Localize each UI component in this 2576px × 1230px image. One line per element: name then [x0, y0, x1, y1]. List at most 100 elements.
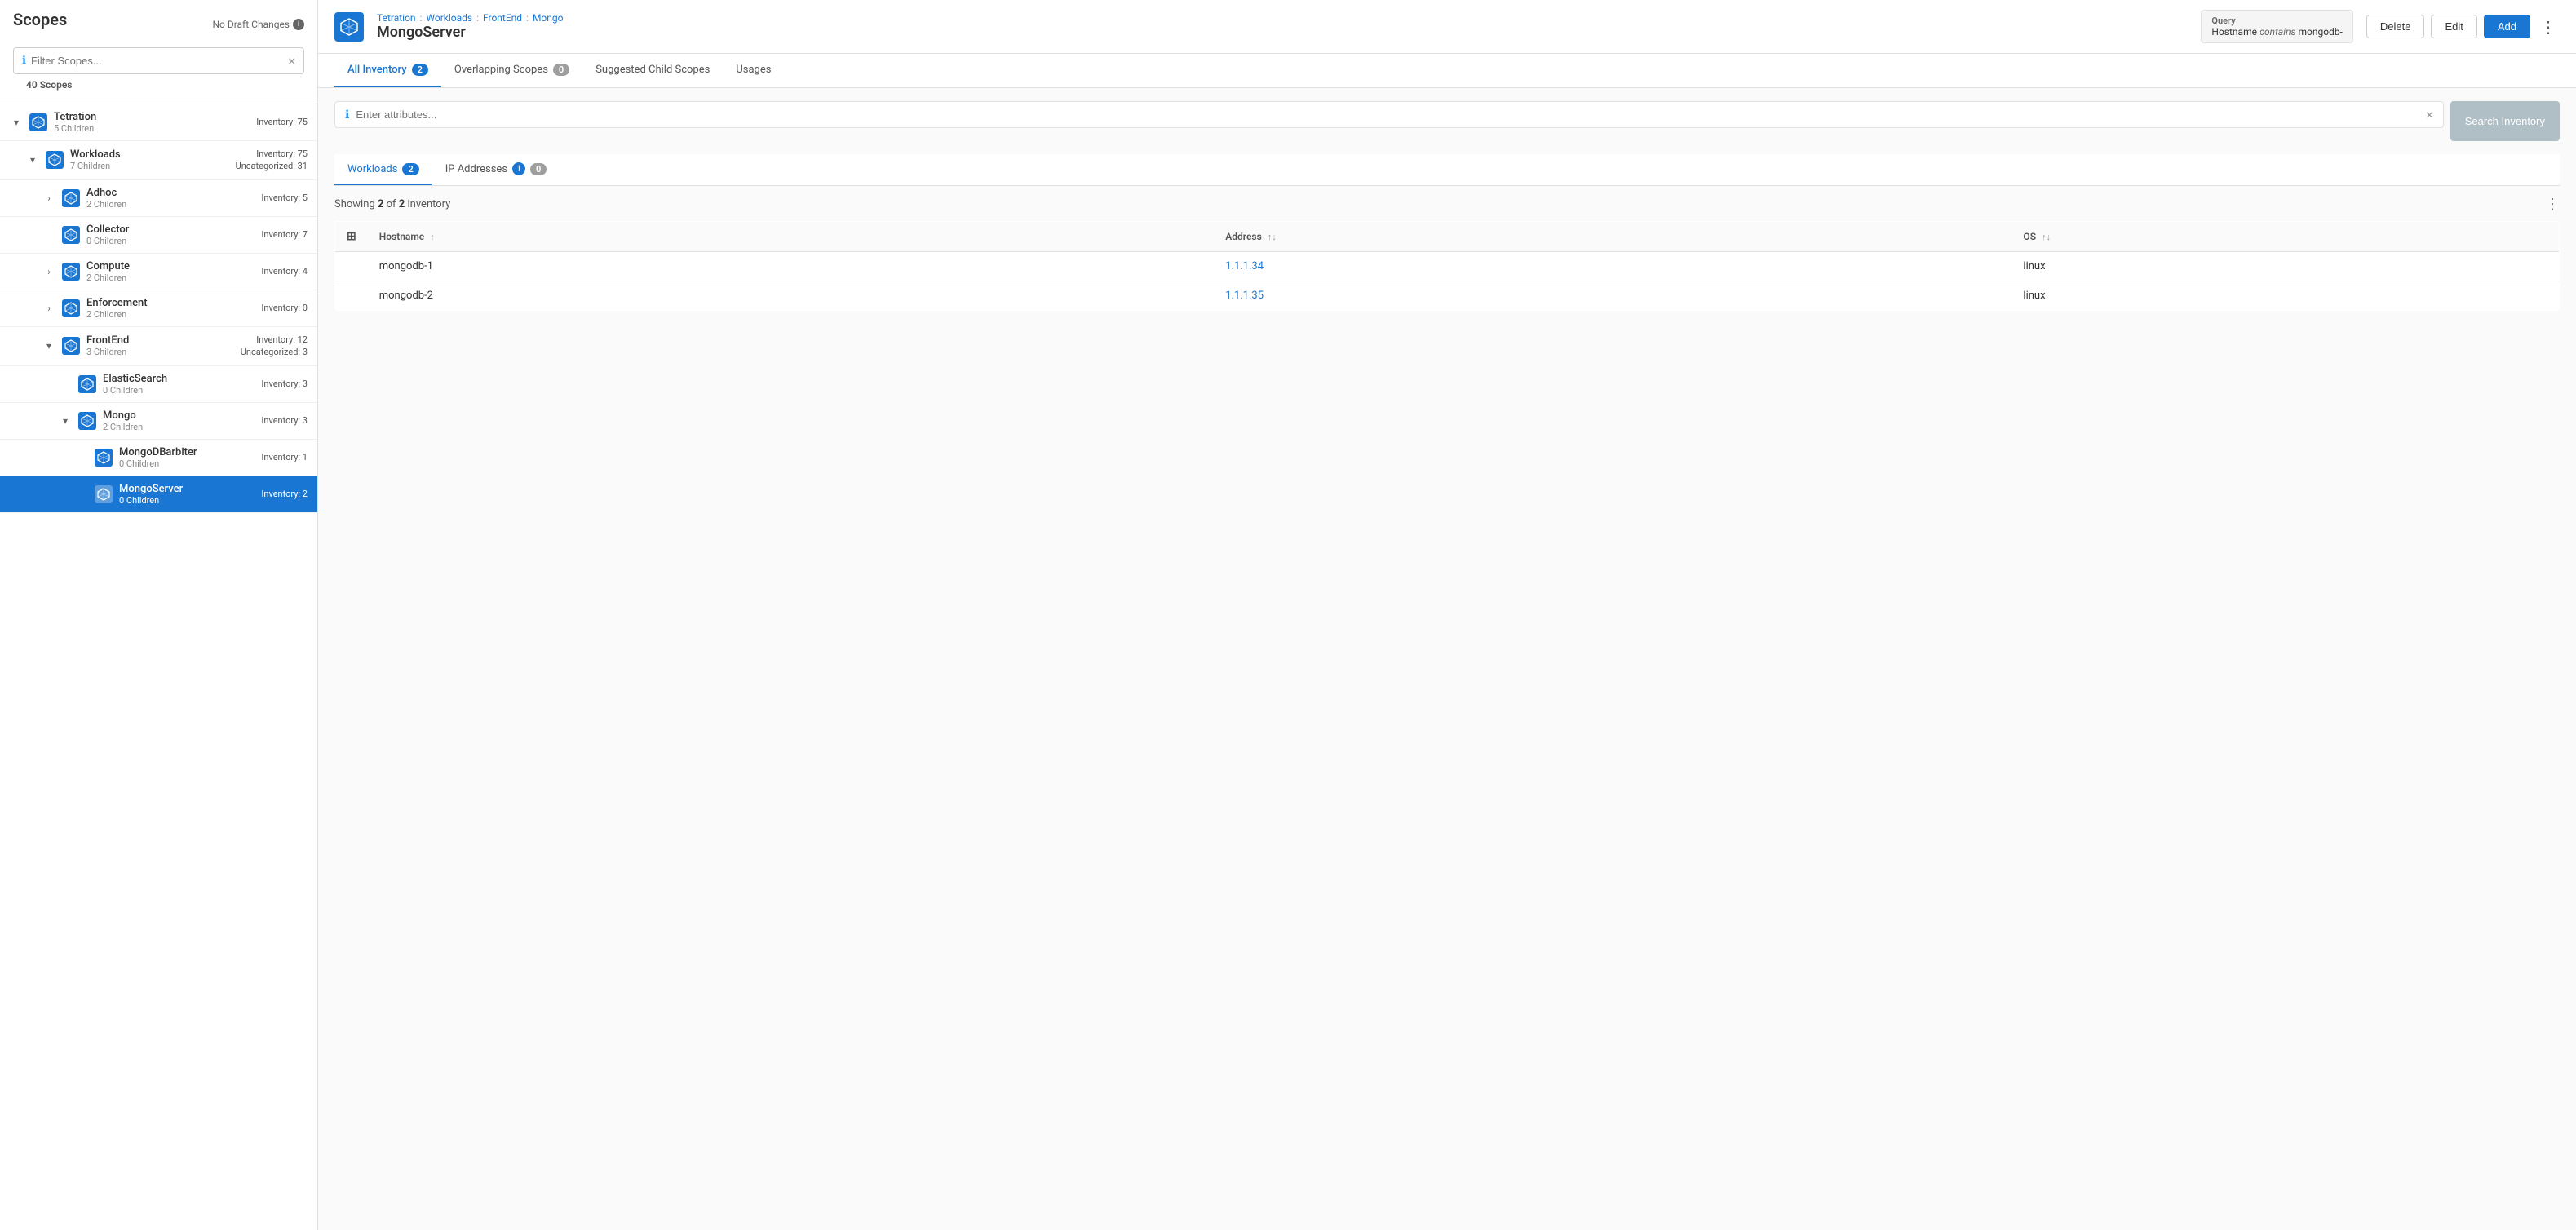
inner-tabs: Workloads 2 IP Addresses 1 0: [334, 154, 2560, 186]
tabs-bar: All Inventory 2 Overlapping Scopes 0 Sug…: [318, 54, 2576, 88]
address-cell[interactable]: 1.1.1.35: [1214, 281, 2012, 311]
inner-tab-ip-addresses[interactable]: IP Addresses 1 0: [432, 154, 560, 185]
scope-name-enforcement: Enforcement: [86, 297, 255, 309]
scope-name-workloads: Workloads: [70, 148, 229, 161]
filter-clear-icon[interactable]: ×: [288, 53, 295, 69]
sidebar-item-mongodbarbiter[interactable]: MongoDBarbiter 0 Children Inventory: 1: [0, 440, 317, 476]
search-inventory-button[interactable]: Search Inventory: [2450, 101, 2560, 141]
hostname-column-header[interactable]: Hostname ↑: [368, 222, 1214, 252]
toggle-collapse-workloads[interactable]: ▾: [26, 153, 39, 166]
sidebar-item-mongo[interactable]: ▾ Mongo 2 Children Inventory: 3: [0, 403, 317, 440]
scope-icon-frontend: [62, 337, 80, 355]
scope-name-compute: Compute: [86, 260, 255, 272]
more-options-icon[interactable]: ⋮: [2537, 14, 2560, 40]
sidebar-item-workloads[interactable]: ▾ Workloads 7 Children Inventory: 75 Unc…: [0, 141, 317, 180]
breadcrumb-mongo[interactable]: Mongo: [533, 12, 564, 24]
ip-info-icon: 1: [512, 162, 525, 175]
query-box: Query Hostname contains mongodb-: [2201, 10, 2352, 43]
sidebar-item-tetration[interactable]: ▾ Tetration 5 Children Inventory: 75: [0, 104, 317, 141]
ip-addresses-badge: 0: [530, 163, 547, 175]
search-clear-icon[interactable]: ×: [2426, 107, 2433, 122]
toggle-collapse-mongo[interactable]: ▾: [59, 414, 72, 427]
scope-children-compute: 2 Children: [86, 272, 255, 283]
toggle-expand-compute[interactable]: ›: [42, 265, 55, 278]
search-bar: ℹ ×: [334, 101, 2444, 128]
address-sort-icon: ↑↓: [1268, 232, 1277, 242]
scope-inventory-enforcement: Inventory: 0: [261, 302, 308, 314]
os-sort-icon: ↑↓: [2042, 232, 2051, 242]
row-filter-cell: [335, 252, 368, 281]
workloads-badge: 2: [402, 163, 418, 175]
address-column-header[interactable]: Address ↑↓: [1214, 222, 2012, 252]
scope-children-elasticsearch: 0 Children: [103, 385, 255, 396]
scope-inventory-elasticsearch: Inventory: 3: [261, 378, 308, 390]
scope-inventory-mongoserver: Inventory: 2: [261, 488, 308, 500]
filter-input[interactable]: [31, 55, 289, 67]
scope-icon-enforcement: [62, 299, 80, 317]
search-info-icon: ℹ: [345, 108, 349, 122]
os-column-header[interactable]: OS ↑↓: [2012, 222, 2559, 252]
add-button[interactable]: Add: [2484, 15, 2530, 38]
sidebar-list: ▾ Tetration 5 Children Inventory: 75 ▾: [0, 104, 317, 1230]
scope-title-area: Tetration : Workloads : FrontEnd : Mongo…: [377, 12, 2188, 41]
scope-icon-tetration: [29, 113, 47, 131]
sidebar-item-compute[interactable]: › Compute 2 Children Inventory: 4: [0, 254, 317, 290]
draft-info-icon: i: [293, 19, 304, 30]
address-cell[interactable]: 1.1.1.34: [1214, 252, 2012, 281]
breadcrumb-frontend[interactable]: FrontEnd: [483, 12, 522, 24]
filter-column-header[interactable]: ⊞: [335, 222, 368, 252]
toggle-expand-enforcement[interactable]: ›: [42, 302, 55, 315]
sidebar-item-collector[interactable]: Collector 0 Children Inventory: 7: [0, 217, 317, 254]
filter-icon: ⊞: [347, 230, 356, 243]
scope-icon-workloads: [46, 151, 64, 169]
sidebar-header: Scopes No Draft Changes i ℹ × 40 Scopes: [0, 0, 317, 104]
scope-name-elasticsearch: ElasticSearch: [103, 373, 255, 385]
scope-icon-large: [334, 12, 364, 42]
sidebar-item-frontend[interactable]: ▾ FrontEnd 3 Children Inventory: 12 Unca…: [0, 327, 317, 366]
sidebar-item-adhoc[interactable]: › Adhoc 2 Children Inventory: 5: [0, 180, 317, 217]
sidebar-item-mongoserver[interactable]: MongoServer 0 Children Inventory: 2: [0, 476, 317, 513]
os-cell: linux: [2012, 281, 2559, 311]
toggle-collapse-tetration[interactable]: ▾: [10, 116, 23, 129]
breadcrumb-tetration[interactable]: Tetration: [377, 12, 416, 24]
scope-children-frontend: 3 Children: [86, 347, 234, 357]
scope-inventory-collector: Inventory: 7: [261, 228, 308, 241]
toggle-collapse-frontend[interactable]: ▾: [42, 339, 55, 352]
page-title: MongoServer: [377, 24, 2188, 41]
table-header-row: Showing 2 of 2 inventory ⋮: [334, 196, 2560, 213]
inner-tab-workloads[interactable]: Workloads 2: [334, 154, 432, 185]
content-area: ℹ × Search Inventory Workloads 2 IP Addr…: [318, 88, 2576, 1230]
scope-icon-adhoc: [62, 189, 80, 207]
scope-icon-mongoserver: [95, 485, 113, 503]
tab-overlapping-scopes[interactable]: Overlapping Scopes 0: [441, 54, 582, 87]
hostname-cell: mongodb-1: [368, 252, 1214, 281]
breadcrumb-workloads[interactable]: Workloads: [426, 12, 472, 24]
toggle-expand-adhoc[interactable]: ›: [42, 192, 55, 205]
table-more-icon[interactable]: ⋮: [2545, 196, 2560, 213]
sidebar-item-elasticsearch[interactable]: ElasticSearch 0 Children Inventory: 3: [0, 366, 317, 403]
tab-suggested-child-scopes[interactable]: Suggested Child Scopes: [582, 54, 723, 87]
tab-usages[interactable]: Usages: [723, 54, 784, 87]
filter-info-icon: ℹ: [22, 55, 26, 67]
scope-name-mongo: Mongo: [103, 409, 255, 422]
scope-children-workloads: 7 Children: [70, 161, 229, 171]
scope-count: 40 Scopes: [13, 74, 304, 94]
delete-button[interactable]: Delete: [2366, 15, 2425, 38]
scope-inventory-compute: Inventory: 4: [261, 265, 308, 277]
edit-button[interactable]: Edit: [2431, 15, 2476, 38]
scope-name-mongodbarbiter: MongoDBarbiter: [119, 446, 255, 458]
hostname-cell: mongodb-2: [368, 281, 1214, 311]
scope-inventory-tetration: Inventory: 75: [256, 116, 308, 128]
scope-children-mongoserver: 0 Children: [119, 495, 255, 506]
tab-all-inventory[interactable]: All Inventory 2: [334, 54, 441, 87]
showing-text: Showing 2 of 2 inventory: [334, 198, 450, 210]
search-input[interactable]: [356, 108, 2419, 121]
scope-children-tetration: 5 Children: [54, 123, 250, 134]
scope-children-adhoc: 2 Children: [86, 199, 255, 210]
sidebar-item-enforcement[interactable]: › Enforcement 2 Children Inventory: 0: [0, 290, 317, 327]
scope-name-mongoserver: MongoServer: [119, 483, 255, 495]
main-content: Tetration : Workloads : FrontEnd : Mongo…: [318, 0, 2576, 1230]
filter-input-wrap[interactable]: ℹ ×: [13, 47, 304, 74]
overlapping-badge: 0: [553, 64, 569, 76]
scope-icon-mongo: [78, 412, 96, 430]
